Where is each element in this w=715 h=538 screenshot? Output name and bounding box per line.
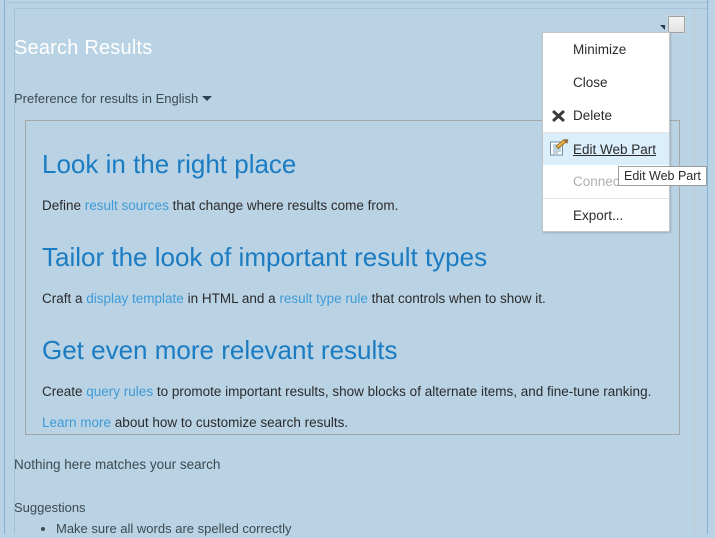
suggestions-title: Suggestions <box>14 500 86 515</box>
promo-body-1-pre: Define <box>42 198 85 213</box>
page-frame-top-line-1 <box>6 2 709 3</box>
page-title: Search Results <box>14 37 153 59</box>
promo-body-2-pre: Craft a <box>42 291 87 306</box>
delete-x-icon <box>550 107 567 124</box>
learn-more-link[interactable]: Learn more <box>42 415 111 430</box>
menu-item-close[interactable]: Close <box>543 66 669 99</box>
menu-item-export-label: Export... <box>573 207 624 223</box>
language-preference-dropdown[interactable]: Preference for results in English <box>14 91 213 106</box>
promo-body-2: Craft a display template in HTML and a r… <box>42 292 546 306</box>
no-results-message: Nothing here matches your search <box>14 457 221 472</box>
suggestions-list: Make sure all words are spelled correctl… <box>14 520 292 538</box>
menu-item-minimize[interactable]: Minimize <box>543 33 669 66</box>
query-rules-link[interactable]: query rules <box>86 384 153 399</box>
promo-body-1-post: that change where results come from. <box>168 198 399 213</box>
menu-item-minimize-label: Minimize <box>573 42 627 57</box>
menu-item-edit-web-part-label: Edit Web Part <box>573 141 657 157</box>
menu-item-export[interactable]: Export... <box>543 198 669 231</box>
promo-body-3-post: to promote important results, show block… <box>153 384 652 399</box>
promo-body-2-mid: in HTML and a <box>183 291 280 306</box>
search-results-page: Search Results Preference for results in… <box>0 0 715 536</box>
menu-item-edit-web-part[interactable]: Edit Web Part <box>543 132 669 165</box>
promo-learn-more-row: Learn more about how to customize search… <box>42 416 348 430</box>
web-part-context-menu: Minimize Close Delete Edit Web Part Conn… <box>542 32 670 232</box>
page-edge-right-line <box>707 0 708 534</box>
result-sources-link[interactable]: result sources <box>85 198 169 213</box>
promo-body-3: Create query rules to promote important … <box>42 385 651 399</box>
result-type-rule-link[interactable]: result type rule <box>279 291 368 306</box>
learn-more-text: about how to customize search results. <box>111 415 349 430</box>
list-item: Make sure all words are spelled correctl… <box>56 520 292 538</box>
web-part-close-button[interactable] <box>668 16 685 33</box>
page-edge-left-line <box>4 0 5 534</box>
promo-heading-2: Tailor the look of important result type… <box>42 242 488 272</box>
menu-item-delete-label: Delete <box>573 108 613 123</box>
promo-body-1: Define result sources that change where … <box>42 199 398 213</box>
edit-web-part-icon <box>550 138 567 158</box>
edit-web-part-tooltip: Edit Web Part <box>618 166 707 186</box>
promo-heading-3: Get even more relevant results <box>42 335 398 365</box>
promo-body-2-post: that controls when to show it. <box>367 291 546 306</box>
chevron-down-icon <box>202 96 213 101</box>
menu-item-delete[interactable]: Delete <box>543 99 669 132</box>
language-preference-label: Preference for results in English <box>14 91 199 106</box>
promo-heading-1: Look in the right place <box>42 149 297 179</box>
display-template-link[interactable]: display template <box>86 291 184 306</box>
menu-item-close-label: Close <box>573 75 608 90</box>
promo-body-3-pre: Create <box>42 384 87 399</box>
